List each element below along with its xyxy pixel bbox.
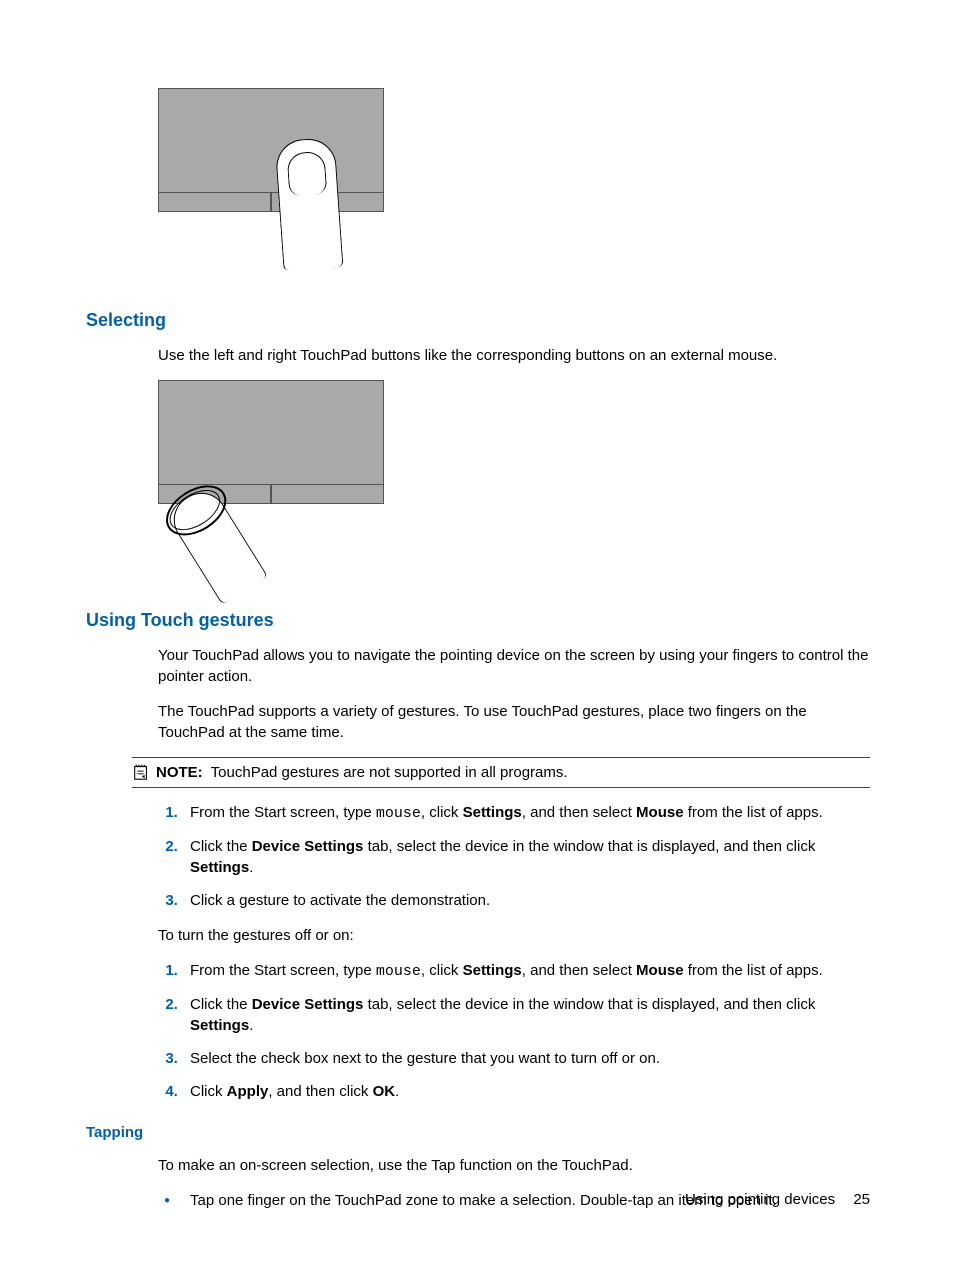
gesture-toggle-steps: From the Start screen, type mouse, click… — [158, 960, 870, 1102]
page-number: 25 — [853, 1191, 870, 1208]
gestures-paragraph-1: Your TouchPad allows you to navigate the… — [158, 645, 870, 687]
note-content: NOTE: TouchPad gestures are not supported… — [156, 762, 568, 783]
list-item: Select the check box next to the gesture… — [182, 1048, 870, 1069]
touchpad-illustration-tap — [86, 88, 870, 280]
touchpad-illustration-click — [86, 380, 870, 580]
gestures-paragraph-2: The TouchPad supports a variety of gestu… — [158, 701, 870, 743]
note-label: NOTE: — [156, 764, 203, 781]
footer-section: Using pointing devices — [685, 1191, 835, 1208]
gestures-paragraph-3: To turn the gestures off or on: — [158, 925, 870, 946]
selecting-paragraph: Use the left and right TouchPad buttons … — [158, 345, 870, 366]
list-item: Click the Device Settings tab, select th… — [182, 994, 870, 1036]
list-item: Click the Device Settings tab, select th… — [182, 836, 870, 878]
note-text: TouchPad gestures are not supported in a… — [211, 764, 568, 781]
list-item: Click Apply, and then click OK. — [182, 1081, 870, 1102]
page-footer: Using pointing devices 25 — [685, 1189, 870, 1210]
gesture-demo-steps: From the Start screen, type mouse, click… — [158, 802, 870, 911]
heading-tapping: Tapping — [86, 1122, 870, 1143]
heading-selecting: Selecting — [86, 308, 870, 333]
tapping-paragraph: To make an on-screen selection, use the … — [158, 1155, 870, 1176]
note-callout: NOTE: TouchPad gestures are not supported… — [132, 757, 870, 788]
heading-touch-gestures: Using Touch gestures — [86, 608, 870, 633]
document-page: Selecting Use the left and right TouchPa… — [0, 0, 954, 1270]
list-item: Click a gesture to activate the demonstr… — [182, 890, 870, 911]
list-item: From the Start screen, type mouse, click… — [182, 960, 870, 982]
list-item: From the Start screen, type mouse, click… — [182, 802, 870, 824]
note-icon — [132, 763, 150, 781]
